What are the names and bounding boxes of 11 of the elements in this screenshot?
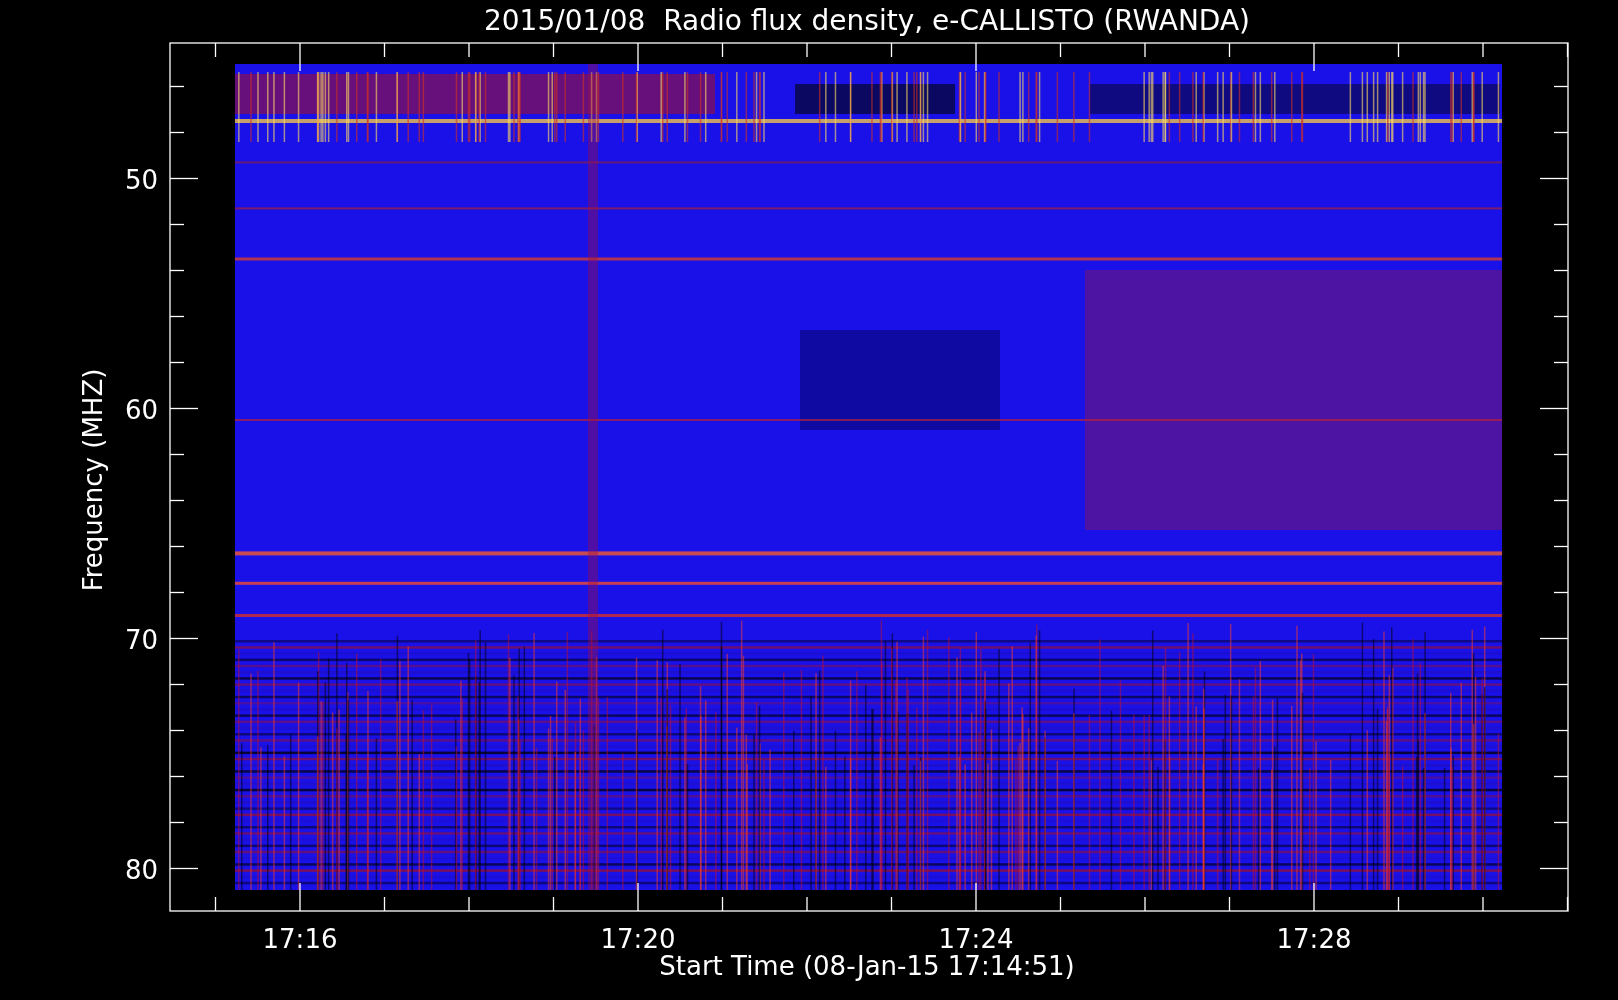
y-tick-label: 50	[124, 164, 158, 195]
y-tick-label: 70	[124, 624, 158, 655]
x-tick-label: 17:16	[262, 924, 338, 954]
x-axis-label: Start Time (08-Jan-15 17:14:51)	[659, 951, 1075, 981]
y-tick-label: 80	[124, 854, 158, 885]
x-tick-label: 17:28	[1276, 924, 1352, 954]
x-tick-label: 17:20	[600, 924, 676, 954]
y-tick-label: 60	[124, 394, 158, 425]
plot-title: 2015/01/08 Radio flux density, e-CALLISTO (RWANDA)	[484, 4, 1250, 37]
y-axis-label: Frequency (MHZ)	[78, 368, 108, 592]
x-tick-label: 17:24	[938, 924, 1014, 954]
